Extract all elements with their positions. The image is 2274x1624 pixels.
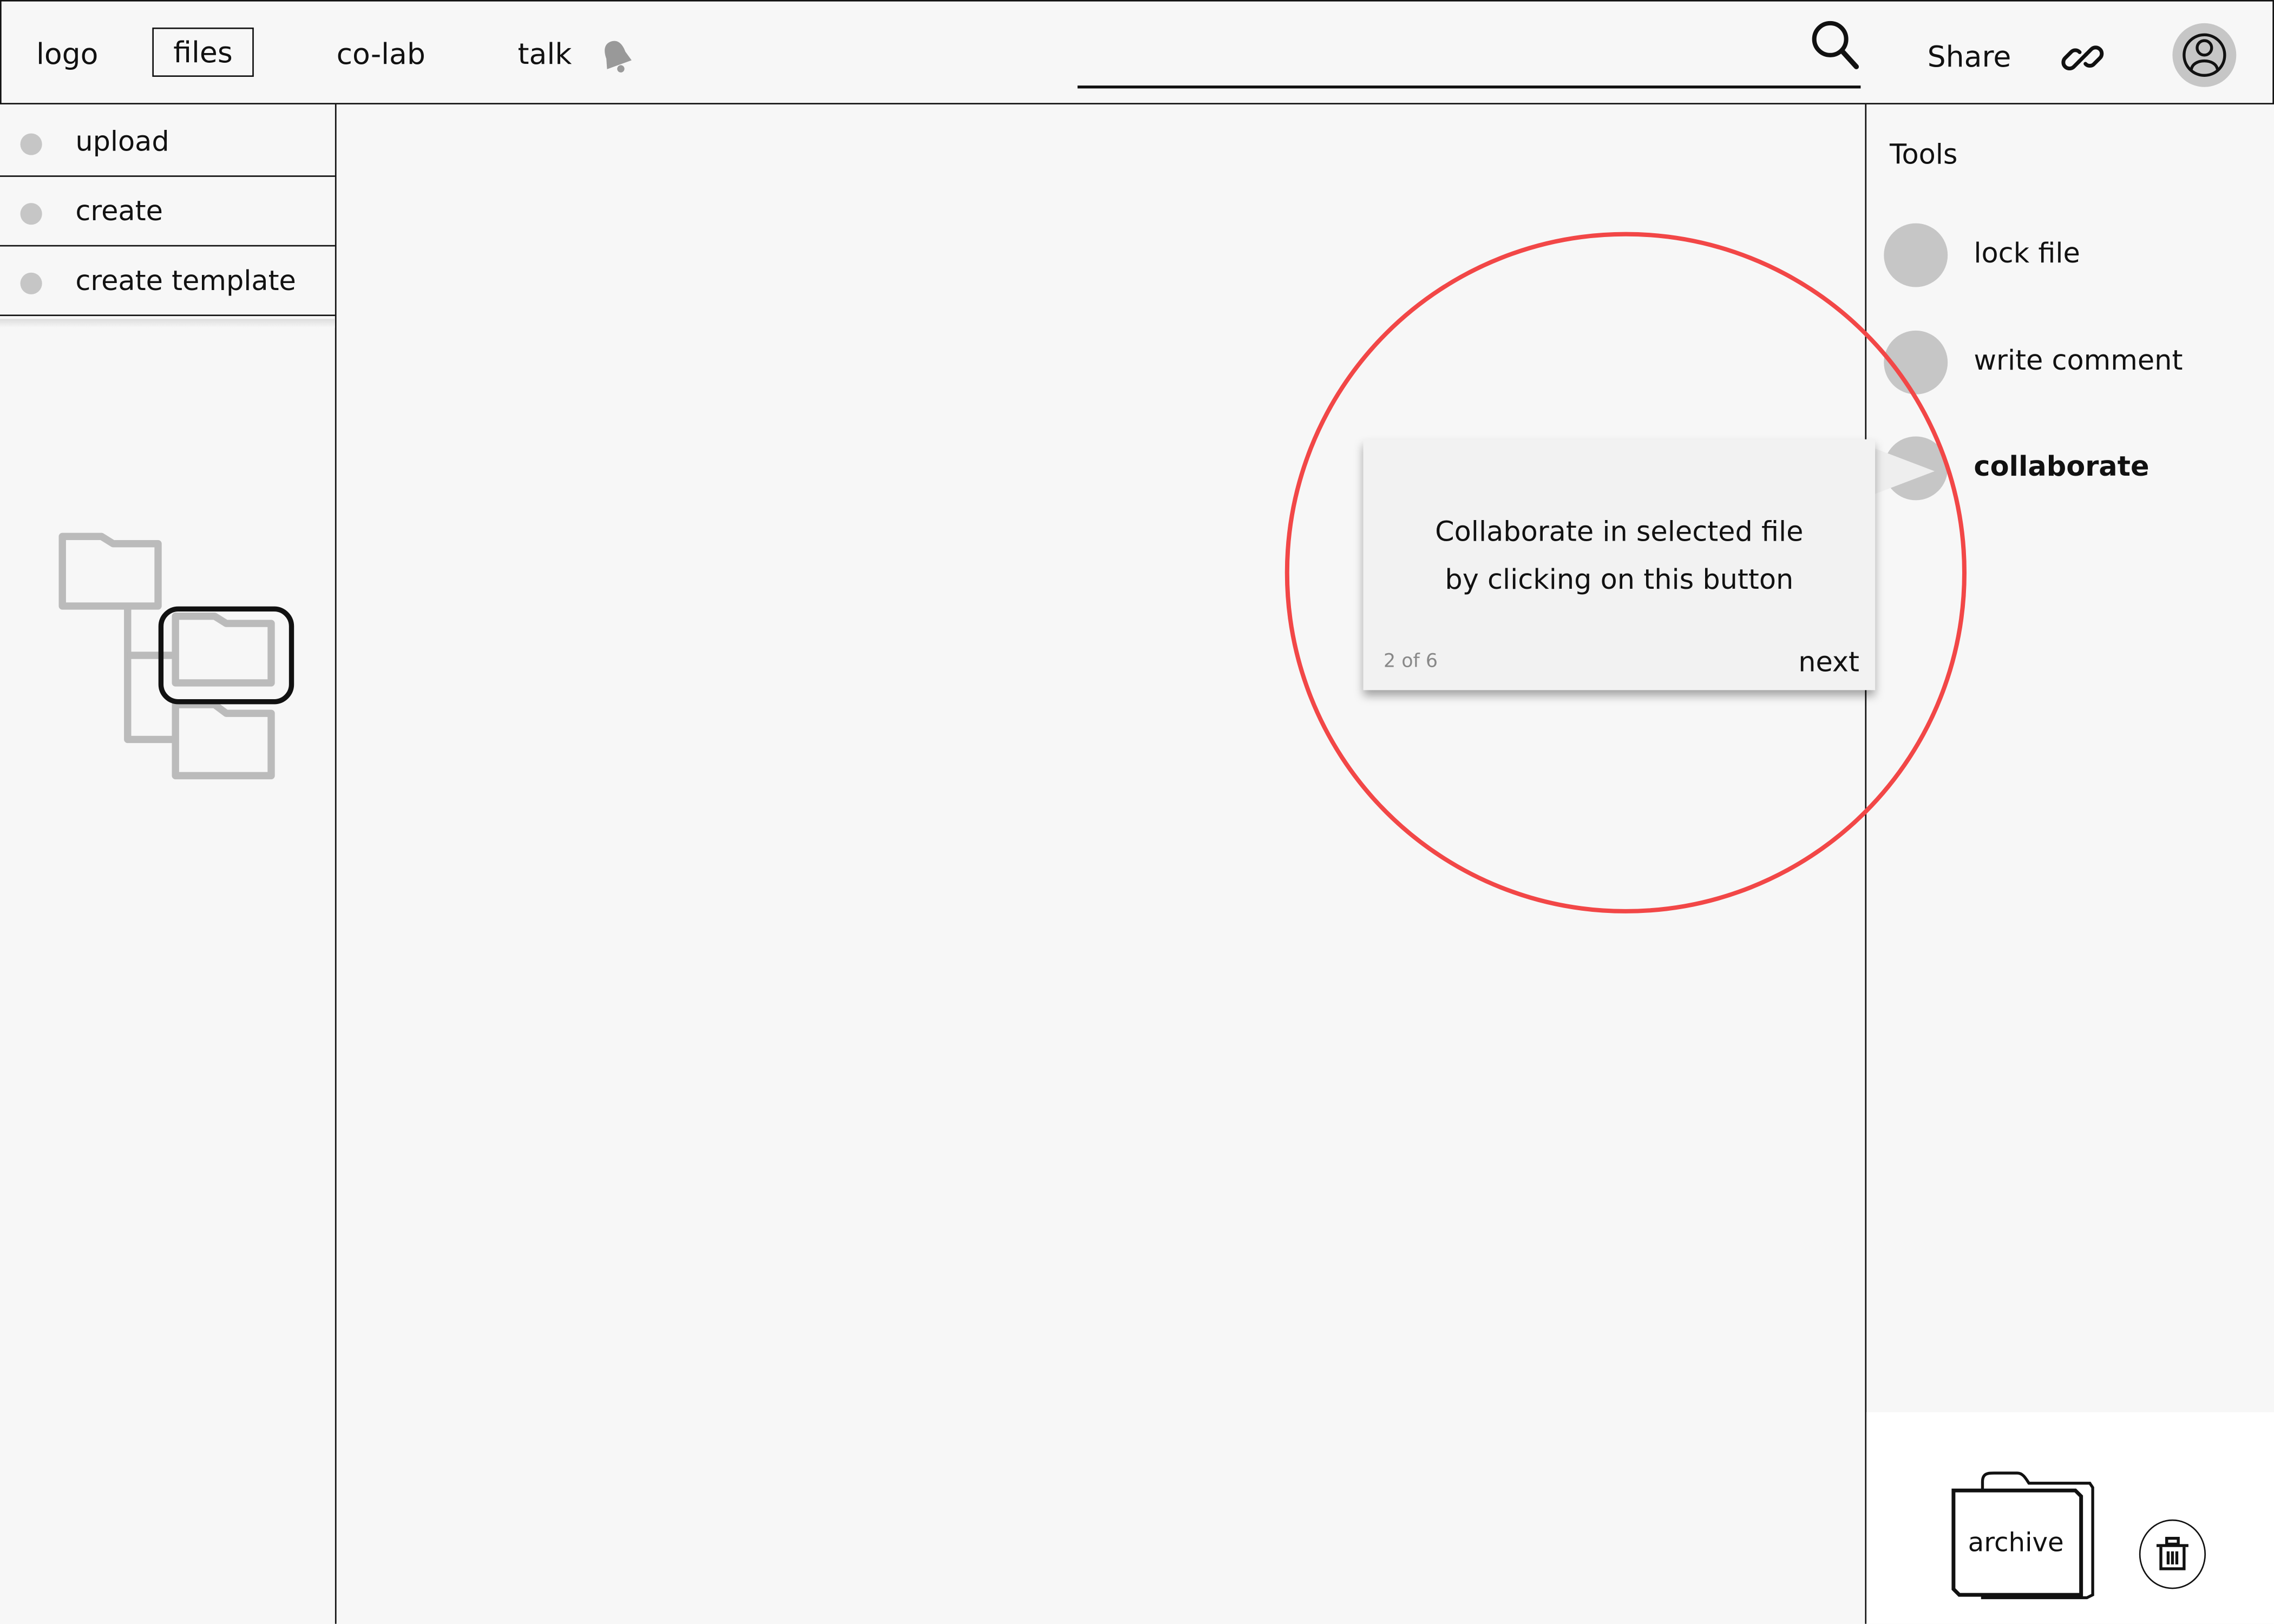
tooltip-next-button[interactable]: next xyxy=(1798,647,1859,679)
tool-label: write comment xyxy=(1974,345,2183,377)
link-icon[interactable] xyxy=(2061,36,2104,80)
sidebar-item-label: create template xyxy=(75,265,296,298)
avatar[interactable] xyxy=(2172,23,2237,87)
tool-write-comment[interactable]: write comment xyxy=(1884,330,2261,395)
trash-icon xyxy=(2156,1536,2188,1570)
sidebar-item-create[interactable]: create xyxy=(0,177,335,247)
tool-lock-file[interactable]: lock file xyxy=(1884,223,2261,287)
onboarding-tooltip: Collaborate in selected file by clicking… xyxy=(1363,439,1876,691)
sidebar-item-label: create xyxy=(75,195,163,228)
tool-label: collaborate xyxy=(1974,451,2150,483)
folder-tree xyxy=(58,532,294,780)
tool-collaborate[interactable]: collaborate xyxy=(1884,436,2261,501)
archive-label: archive xyxy=(1968,1528,2064,1559)
share-button[interactable]: Share xyxy=(1928,39,2011,74)
upload-icon xyxy=(20,133,42,155)
sidebar-item-upload[interactable]: upload xyxy=(0,107,335,177)
app-window: logo files co-lab talk Share upload crea… xyxy=(0,0,2274,1624)
sidebar-divider xyxy=(0,319,335,328)
nav-tab-co-lab[interactable]: co-lab xyxy=(337,36,425,71)
top-header: logo files co-lab talk Share xyxy=(0,0,2274,104)
create-template-icon xyxy=(20,272,42,294)
tool-label: lock file xyxy=(1974,238,2080,270)
tooltip-line-2: by clicking on this button xyxy=(1445,564,1794,596)
lock-icon xyxy=(1884,223,1948,287)
logo[interactable]: logo xyxy=(36,36,98,71)
bottom-actions: archive xyxy=(1866,1412,2274,1624)
tooltip-step-counter: 2 of 6 xyxy=(1383,650,1438,673)
tools-heading: Tools xyxy=(1889,139,1958,172)
tooltip-pointer xyxy=(1873,448,1935,495)
user-avatar-icon xyxy=(2183,33,2226,77)
nav-tab-files[interactable]: files xyxy=(152,27,254,77)
sidebar-item-label: upload xyxy=(75,126,169,159)
search-input[interactable] xyxy=(1077,86,1861,89)
left-sidebar: upload create create template xyxy=(0,104,337,1624)
sidebar-item-create-template[interactable]: create template xyxy=(0,246,335,317)
create-icon xyxy=(20,203,42,225)
right-panel: Tools lock file write comment collaborat… xyxy=(1865,104,2274,1624)
search-icon[interactable] xyxy=(1808,19,1860,71)
folder-icon xyxy=(172,612,275,687)
tooltip-message: Collaborate in selected file by clicking… xyxy=(1363,509,1875,604)
bell-icon[interactable] xyxy=(596,36,637,77)
comment-icon xyxy=(1884,330,1948,395)
nav-tab-talk[interactable]: talk xyxy=(517,36,572,71)
tooltip-line-1: Collaborate in selected file xyxy=(1435,516,1804,548)
folder-icon xyxy=(58,532,162,610)
trash-button[interactable] xyxy=(2139,1519,2206,1589)
folder-icon xyxy=(172,701,275,780)
